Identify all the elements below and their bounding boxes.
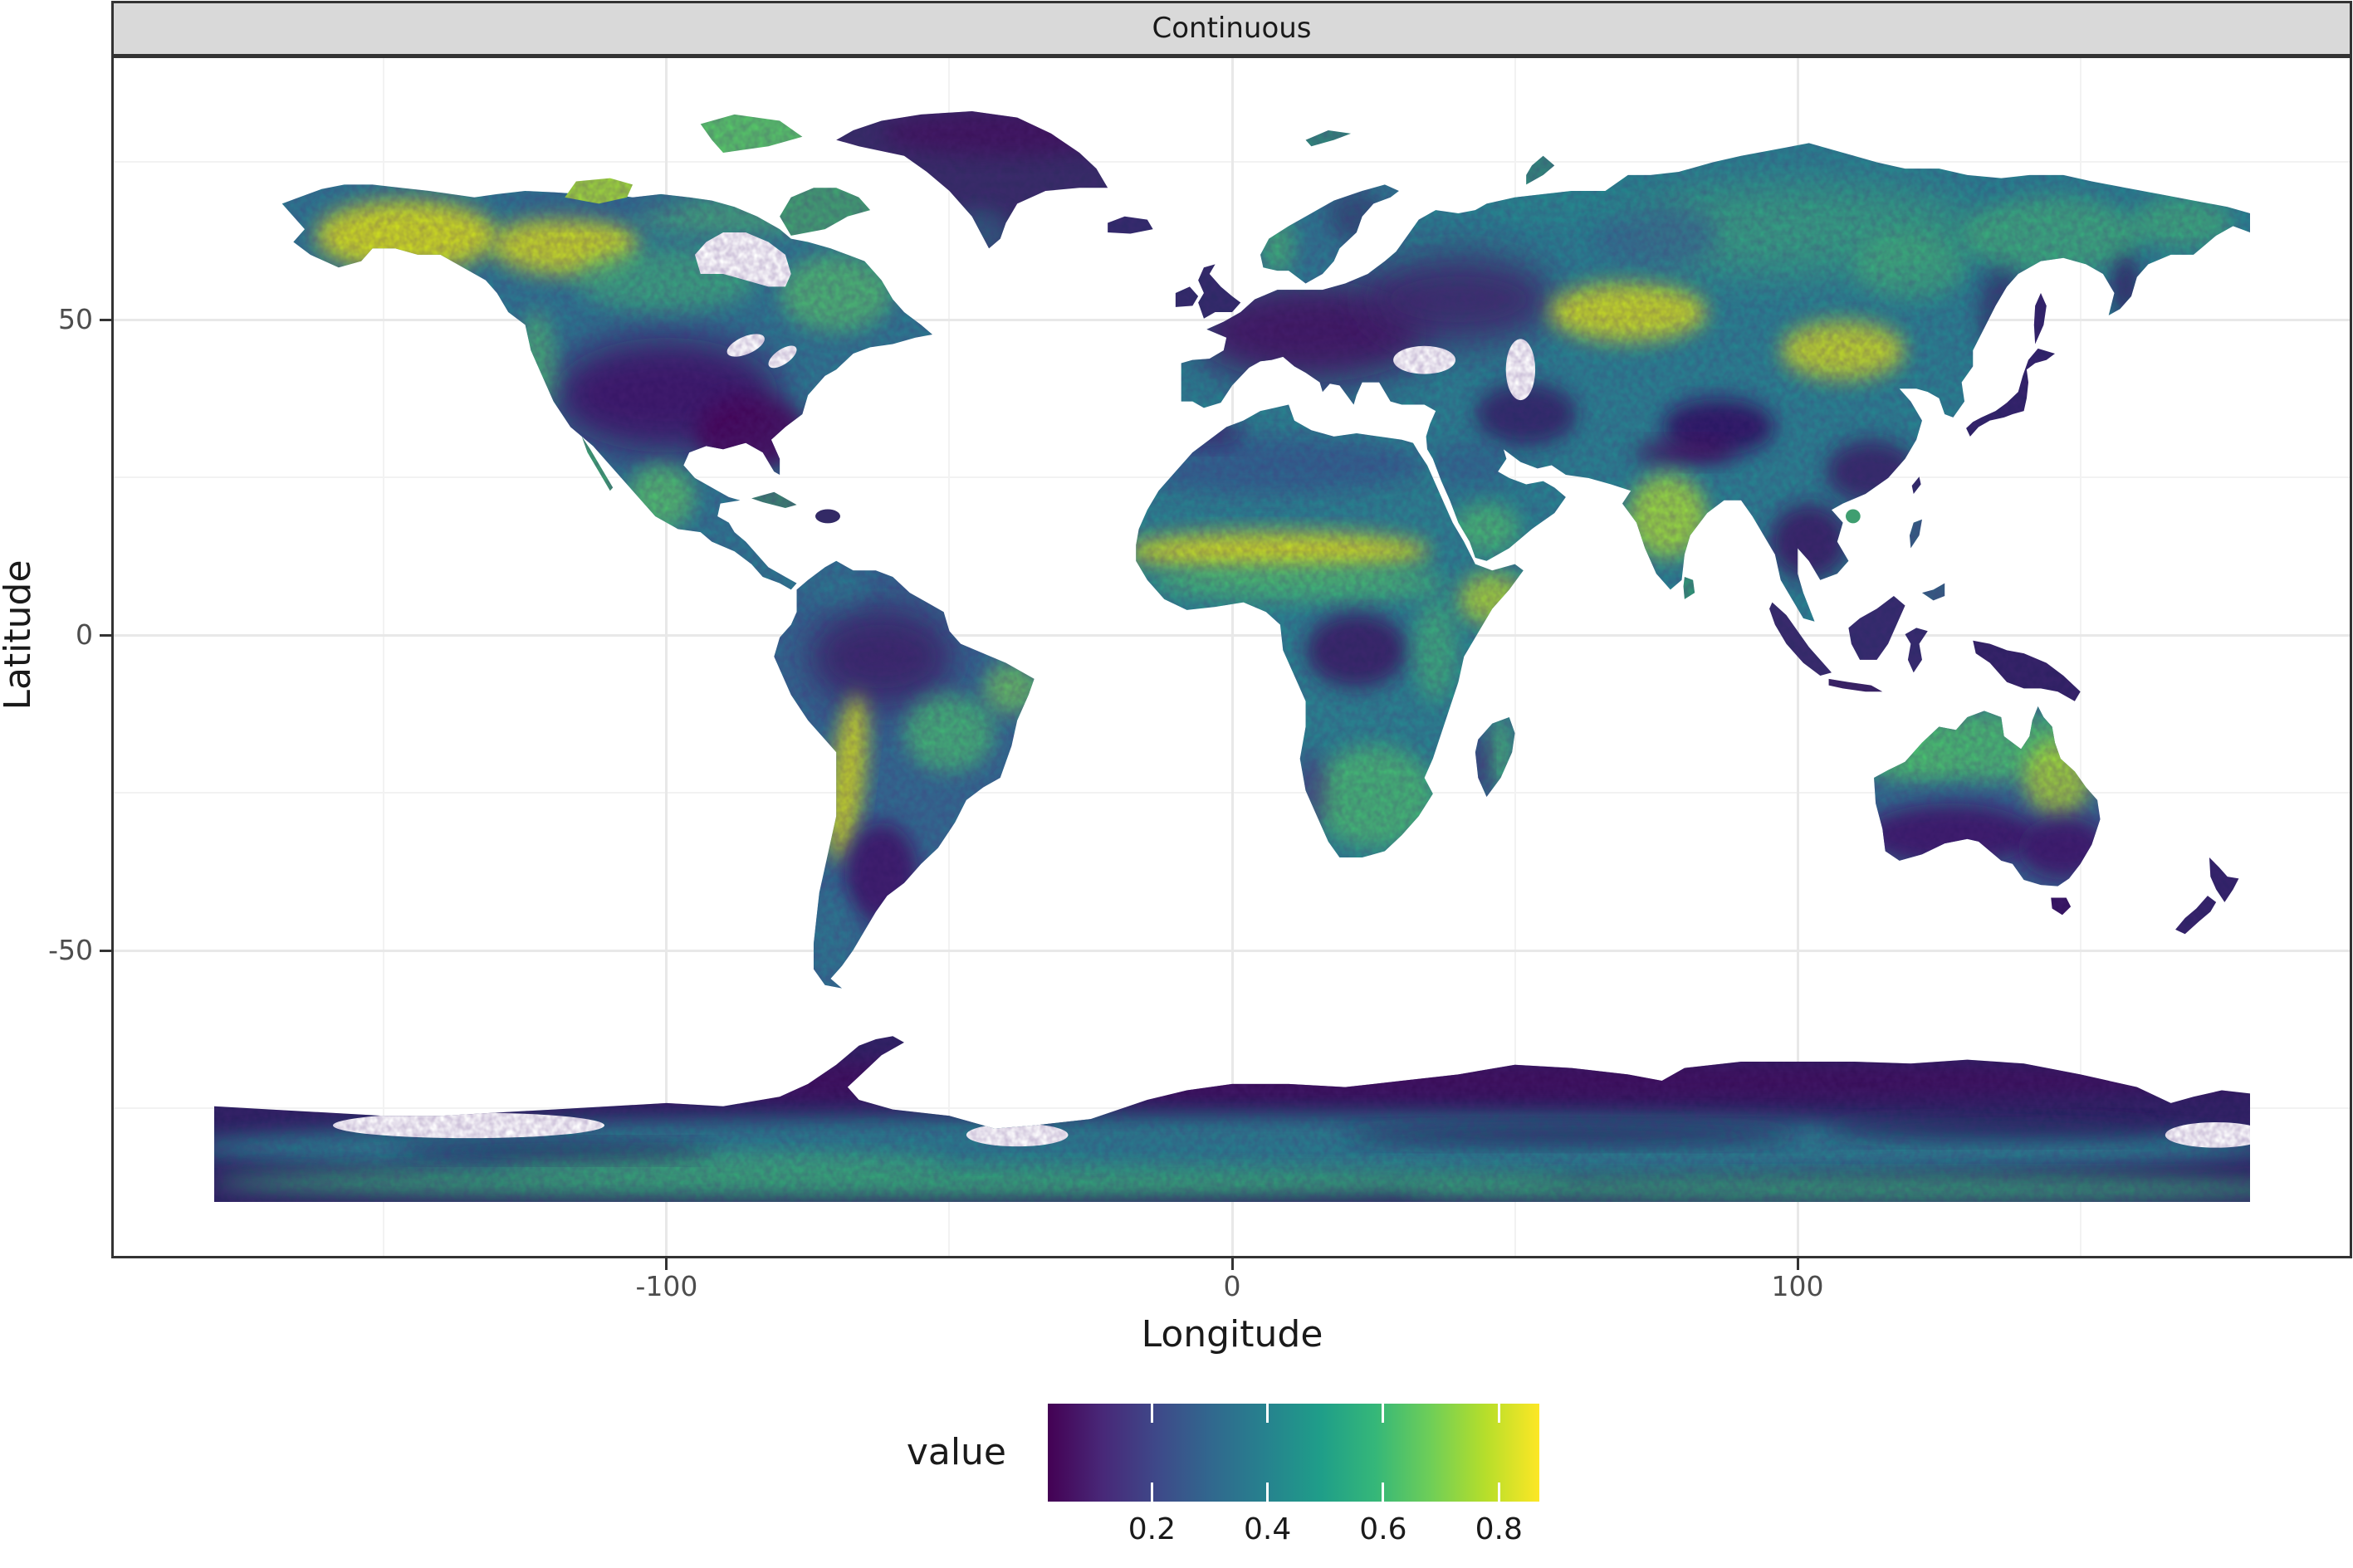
legend-tick-mark	[1382, 1404, 1385, 1423]
x-tick-label: 100	[1771, 1270, 1824, 1302]
legend-tick-label: 0.8	[1475, 1512, 1523, 1546]
x-tick-label: 0	[1223, 1270, 1241, 1302]
legend-tick-label: 0.2	[1128, 1512, 1176, 1546]
world-raster-map	[214, 111, 2250, 1202]
legend-tick-mark	[1266, 1404, 1269, 1423]
y-tick-label: -50	[48, 934, 93, 966]
y-tick-mark	[100, 318, 111, 321]
y-tick-mark	[100, 633, 111, 637]
x-tick-label: -100	[635, 1270, 698, 1302]
x-tick-mark	[1796, 1258, 1799, 1270]
facet-strip-title: Continuous	[1152, 12, 1312, 45]
legend-tick-mark	[1266, 1483, 1269, 1502]
legend-tick-label: 0.6	[1359, 1512, 1407, 1546]
y-axis-title: Latitude	[0, 559, 39, 711]
y-tick-label: 50	[58, 303, 93, 335]
x-tick-mark	[665, 1258, 668, 1270]
facet-strip: Continuous	[111, 1, 2352, 56]
plot-panel	[111, 56, 2352, 1258]
legend-gradient-bar	[1048, 1404, 1539, 1502]
x-axis-title: Longitude	[1141, 1313, 1323, 1356]
legend-tick-mark	[1150, 1483, 1153, 1502]
raster-grain	[214, 111, 2250, 1202]
legend-title: value	[906, 1431, 1006, 1473]
legend-tick-mark	[1150, 1404, 1153, 1423]
legend-tick-mark	[1497, 1404, 1500, 1423]
x-tick-mark	[1230, 1258, 1234, 1270]
y-tick-mark	[100, 949, 111, 952]
figure: Continuous -100 0 100 50 0 -50 Longitude…	[0, 0, 2353, 1568]
legend-tick-mark	[1497, 1483, 1500, 1502]
legend-tick-label: 0.4	[1244, 1512, 1292, 1546]
legend-tick-mark	[1382, 1483, 1385, 1502]
